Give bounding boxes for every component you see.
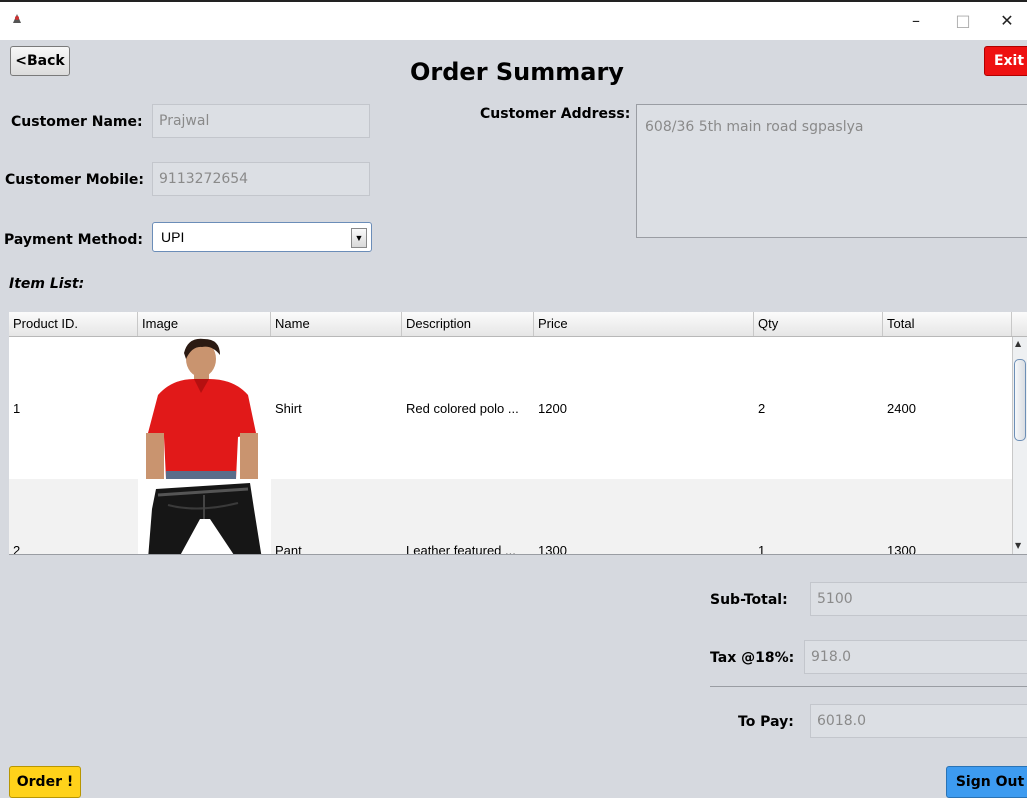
item-table: Product ID. Image Name Description Price… (9, 312, 1027, 555)
cell-price: 1200 (538, 401, 567, 416)
summary-divider (710, 686, 1027, 687)
sign-out-button[interactable]: Sign Out (946, 766, 1027, 798)
java-app-icon (10, 12, 24, 26)
cell-product-id: 2 (13, 543, 21, 555)
customer-mobile-field[interactable]: 9113272654 (152, 162, 370, 196)
cell-name: Pant (275, 543, 302, 555)
column-header-description[interactable]: Description (402, 312, 534, 336)
tax-field[interactable]: 918.0 (804, 640, 1027, 674)
column-header-total[interactable]: Total (883, 312, 1012, 336)
exit-button[interactable]: Exit (984, 46, 1027, 76)
payment-method-select[interactable]: UPI ▼ (152, 222, 372, 252)
maximize-button[interactable]: □ (940, 8, 986, 34)
back-button[interactable]: <Back (10, 46, 70, 76)
window-titlebar: – □ ✕ (0, 0, 1027, 40)
product-image-shirt (138, 337, 271, 479)
cell-description: Leather featured ... (406, 543, 516, 555)
column-header-price[interactable]: Price (534, 312, 754, 336)
table-row[interactable]: 1 Shirt Red colored polo ... 1200 2 2400 (9, 337, 1012, 479)
customer-mobile-label: Customer Mobile: (5, 172, 145, 188)
item-list-label: Item List: (9, 276, 85, 292)
cell-product-id: 1 (13, 401, 21, 416)
close-button[interactable]: ✕ (984, 8, 1027, 34)
minimize-button[interactable]: – (893, 8, 939, 34)
scroll-up-icon[interactable]: ▲ (1015, 339, 1021, 348)
cell-qty: 1 (758, 543, 766, 555)
cell-total: 1300 (887, 543, 916, 555)
column-header-name[interactable]: Name (271, 312, 402, 336)
customer-address-field[interactable]: 608/36 5th main road sgpaslya (636, 104, 1027, 238)
cell-price: 1300 (538, 543, 567, 555)
cell-name: Shirt (275, 401, 302, 416)
payment-method-value: UPI (161, 229, 185, 245)
order-button[interactable]: Order ! (9, 766, 81, 798)
to-pay-field[interactable]: 6018.0 (810, 704, 1027, 738)
subtotal-field[interactable]: 5100 (810, 582, 1027, 616)
table-scrollbar[interactable]: ▲ ▼ (1012, 337, 1027, 554)
payment-method-label: Payment Method: (4, 232, 143, 248)
subtotal-label: Sub-Total: (710, 592, 788, 608)
dropdown-arrow-icon[interactable]: ▼ (351, 228, 367, 248)
table-row[interactable]: 2 Pant Leather featured ... 1300 1 1300 (9, 479, 1012, 555)
column-header-product-id[interactable]: Product ID. (9, 312, 138, 336)
cell-qty: 2 (758, 401, 766, 416)
scroll-thumb[interactable] (1014, 359, 1026, 441)
product-image-pant (138, 479, 271, 554)
table-header: Product ID. Image Name Description Price… (9, 312, 1027, 337)
cell-description: Red colored polo ... (406, 401, 519, 416)
column-header-qty[interactable]: Qty (754, 312, 883, 336)
scroll-down-icon[interactable]: ▼ (1015, 541, 1021, 550)
tax-label: Tax @18%: (710, 650, 795, 666)
to-pay-label: To Pay: (738, 714, 794, 730)
customer-name-field[interactable]: Prajwal (152, 104, 370, 138)
customer-name-label: Customer Name: (11, 114, 143, 130)
column-header-image[interactable]: Image (138, 312, 271, 336)
customer-address-label: Customer Address: (480, 106, 631, 122)
page-title: Order Summary (410, 58, 624, 86)
cell-total: 2400 (887, 401, 916, 416)
